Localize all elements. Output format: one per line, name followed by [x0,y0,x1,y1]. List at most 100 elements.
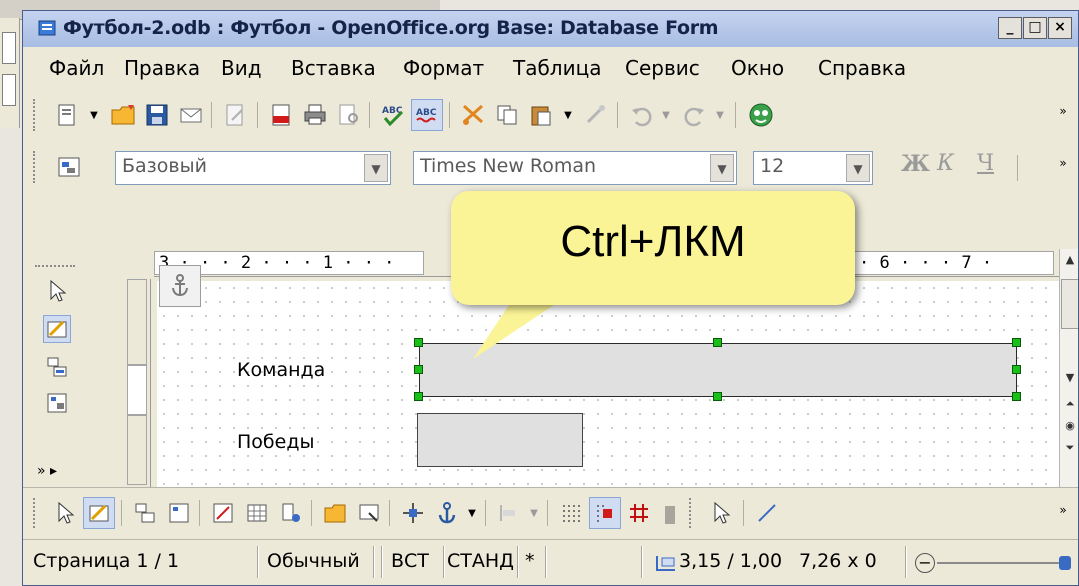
resize-handle[interactable] [713,338,722,347]
next-page-icon[interactable]: ⏷ [1061,439,1078,457]
resize-handle[interactable] [1012,365,1021,374]
resize-handle[interactable] [1012,392,1021,401]
control-properties-icon[interactable] [43,389,71,417]
edit-file-icon[interactable] [219,99,251,131]
toolbar-grip[interactable] [689,498,693,528]
zoom-slider[interactable] [937,562,1065,564]
field-label[interactable]: Команда [237,359,325,381]
scrollbar-thumb[interactable] [1061,279,1078,329]
maximize-button[interactable]: □ [1023,17,1047,39]
paragraph-style-select[interactable]: Базовый ▼ [115,151,391,185]
previous-page-icon[interactable]: ⏶ [1061,395,1078,413]
dropdown-arrow-icon[interactable]: ▼ [657,99,675,131]
scroll-down-icon[interactable]: ▼ [1061,369,1078,387]
field-label[interactable]: Победы [237,431,314,453]
select-pointer-icon[interactable] [43,277,71,305]
paste-icon[interactable] [525,99,557,131]
expand-chevron-icon[interactable]: » ▸ [37,463,57,479]
auto-spellcheck-icon[interactable]: ABC [411,99,443,131]
activation-order-icon[interactable] [275,497,307,529]
dropdown-arrow-icon[interactable]: ▼ [85,99,103,131]
menu-insert[interactable]: Вставка [291,56,376,80]
underline-button[interactable]: Ч [977,151,994,176]
scroll-up-icon[interactable]: ▲ [1061,251,1078,269]
anchor-icon[interactable] [431,497,463,529]
form-navigator-icon[interactable] [207,497,239,529]
control-properties-icon[interactable] [129,497,161,529]
insert-mode[interactable]: ВСТ [391,550,429,572]
redo-icon[interactable] [679,99,711,131]
toolbar-overflow-icon[interactable]: » [1053,494,1073,526]
toolbar-overflow-icon[interactable]: » [1053,147,1073,179]
zoom-out-icon[interactable]: − [915,553,935,573]
menu-view[interactable]: Вид [221,56,262,80]
select-pointer-icon[interactable] [705,497,737,529]
helplines-icon[interactable] [623,497,655,529]
new-document-icon[interactable] [51,99,83,131]
selection-mode[interactable]: СТАНД [447,550,514,572]
design-mode-icon[interactable] [43,315,71,343]
dropdown-arrow-icon[interactable]: ▼ [559,99,577,131]
resize-handle[interactable] [414,365,423,374]
close-button[interactable]: × [1048,17,1072,39]
alignment-icon[interactable] [493,497,525,529]
resize-handle[interactable] [1012,338,1021,347]
form-navigator-icon[interactable] [43,353,71,381]
navigation-icon[interactable]: ◉ [1061,417,1078,435]
line-tool-icon[interactable] [751,497,783,529]
font-size-select[interactable]: 12 ▼ [753,151,873,185]
dropdown-arrow-icon[interactable]: ▼ [463,497,481,529]
styles-icon[interactable] [53,151,85,183]
zoom-slider-thumb[interactable] [1059,556,1071,570]
italic-button[interactable]: К [937,151,954,176]
export-pdf-icon[interactable] [265,99,297,131]
toolbar-grip[interactable] [33,498,37,528]
toolbar-grip[interactable] [35,265,75,267]
save-icon[interactable] [141,99,173,131]
snap-to-grid-icon[interactable] [589,497,621,529]
resize-handle[interactable] [414,338,423,347]
print-icon[interactable] [299,99,331,131]
display-grid-icon[interactable] [555,497,587,529]
resize-handle[interactable] [713,392,722,401]
toolbar-grip[interactable] [33,151,37,183]
vertical-scrollbar[interactable]: ▲ ▼ ⏶ ◉ ⏷ [1059,249,1078,487]
toolbar-grip[interactable] [665,506,675,524]
minimize-button[interactable]: _ [998,17,1022,39]
email-icon[interactable] [175,99,207,131]
menu-table[interactable]: Таблица [513,56,601,80]
cut-icon[interactable] [457,99,489,131]
chevron-down-icon[interactable]: ▼ [364,154,388,182]
menu-help[interactable]: Справка [818,56,906,80]
format-paintbrush-icon[interactable] [579,99,611,131]
bold-button[interactable]: Ж [901,151,930,177]
open-folder-icon[interactable] [107,99,139,131]
navigator-globe-icon[interactable] [745,99,777,131]
position-and-size-icon[interactable] [397,497,429,529]
dropdown-arrow-icon[interactable]: ▼ [525,497,543,529]
font-name-select[interactable]: Times New Roman ▼ [413,151,737,185]
toolbar-grip[interactable] [33,99,37,131]
copy-icon[interactable] [491,99,523,131]
chevron-down-icon[interactable]: ▼ [846,154,870,182]
anchor-icon[interactable] [159,265,201,307]
resize-handle[interactable] [414,392,423,401]
wins-text-field[interactable] [417,413,583,467]
menu-file[interactable]: Файл [49,56,104,80]
open-design-icon[interactable] [319,497,351,529]
menu-edit[interactable]: Правка [124,56,200,80]
menu-window[interactable]: Окно [731,56,784,80]
toolbar-overflow-icon[interactable]: » [1053,95,1073,127]
form-properties-icon[interactable] [163,497,195,529]
menu-tools[interactable]: Сервис [625,56,700,80]
select-pointer-icon[interactable] [49,497,81,529]
add-field-icon[interactable] [241,497,273,529]
design-mode-icon[interactable] [83,497,115,529]
page-style[interactable]: Обычный [267,550,360,572]
chevron-down-icon[interactable]: ▼ [710,154,734,182]
page-preview-icon[interactable] [333,99,365,131]
spellcheck-icon[interactable]: ABC [377,99,409,131]
undo-icon[interactable] [625,99,657,131]
menu-format[interactable]: Формат [403,56,484,80]
dropdown-arrow-icon[interactable]: ▼ [711,99,729,131]
